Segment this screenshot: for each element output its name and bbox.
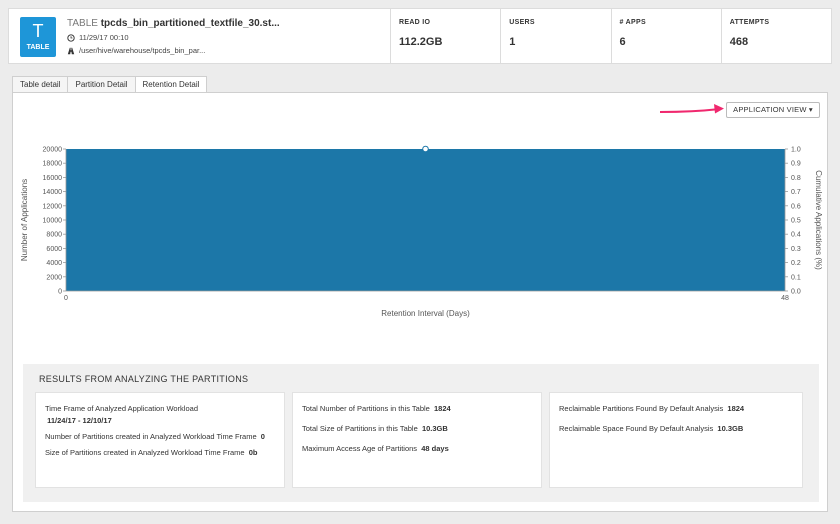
table-kind: TABLE bbox=[67, 18, 98, 29]
reclaimable-space-label: Reclaimable Space Found By Default Analy… bbox=[559, 424, 714, 433]
time-frame-row: Time Frame of Analyzed Application Workl… bbox=[45, 403, 275, 427]
data-point-marker bbox=[422, 145, 429, 153]
y2-tick-label: 1.0 bbox=[791, 147, 801, 154]
stat-apps: # APPS 6 bbox=[612, 9, 722, 63]
y-tick-label: 6000 bbox=[46, 246, 62, 253]
y2-tick-label: 0.7 bbox=[791, 189, 801, 196]
table-name[interactable]: tpcds_bin_partitioned_textfile_30.st... bbox=[101, 18, 280, 29]
tab-retention-detail[interactable]: Retention Detail bbox=[134, 76, 208, 93]
table-title: TABLE tpcds_bin_partitioned_textfile_30.… bbox=[67, 18, 280, 29]
y-tick-label: 12000 bbox=[43, 203, 63, 210]
x-axis-label: Retention Interval (Days) bbox=[381, 309, 470, 318]
workload-card: Time Frame of Analyzed Application Workl… bbox=[35, 392, 285, 488]
results-title: RESULTS FROM ANALYZING THE PARTITIONS bbox=[39, 374, 249, 384]
reclaimable-partitions-value: 1824 bbox=[727, 404, 745, 413]
y2-tick-label: 0.0 bbox=[791, 289, 801, 296]
y-tick-label: 10000 bbox=[43, 218, 63, 225]
table-card: Total Number of Partitions in this Table… bbox=[292, 392, 542, 488]
y-tick-label: 18000 bbox=[43, 161, 63, 168]
total-partitions-label: Total Number of Partitions in this Table bbox=[302, 404, 430, 413]
tab-table-detail[interactable]: Table detail bbox=[12, 76, 69, 92]
tab-partition-detail[interactable]: Partition Detail bbox=[67, 76, 136, 92]
road-icon bbox=[67, 47, 75, 54]
stat-label: ATTEMPTS bbox=[729, 19, 770, 26]
max-age-value: 48 days bbox=[421, 444, 449, 453]
table-path: /user/hive/warehouse/tpcds_bin_par... bbox=[79, 46, 206, 55]
size-created-value: 0b bbox=[248, 448, 258, 457]
size-created-row: Size of Partitions created in Analyzed W… bbox=[45, 447, 275, 459]
detail-tabs: Table detail Partition Detail Retention … bbox=[12, 76, 208, 93]
y-tick-label: 16000 bbox=[43, 175, 63, 182]
x-tick-label: 0 bbox=[64, 295, 68, 302]
y-tick-label: 8000 bbox=[46, 232, 62, 239]
y2-tick-label: 0.9 bbox=[791, 161, 801, 168]
max-age-label: Maximum Access Age of Partitions bbox=[302, 444, 418, 453]
y2-tick-label: 0.1 bbox=[791, 274, 801, 281]
size-created-label: Size of Partitions created in Analyzed W… bbox=[45, 448, 245, 457]
total-partitions-value: 1824 bbox=[434, 404, 451, 413]
y2-tick-label: 0.6 bbox=[791, 203, 801, 210]
y-tick-label: 14000 bbox=[43, 189, 63, 196]
partitions-created-value: 0 bbox=[260, 432, 265, 441]
results-section: RESULTS FROM ANALYZING THE PARTITIONS Ti… bbox=[23, 364, 819, 502]
y2-tick-label: 0.3 bbox=[791, 246, 801, 253]
total-partitions-row: Total Number of Partitions in this Table… bbox=[302, 403, 532, 415]
x-tick-label: 48 bbox=[781, 295, 789, 302]
reclaimable-partitions-label: Reclaimable Partitions Found By Default … bbox=[559, 404, 724, 413]
reclaimable-partitions-row: Reclaimable Partitions Found By Default … bbox=[559, 403, 793, 415]
table-summary: T TABLE TABLE tpcds_bin_partitioned_text… bbox=[9, 9, 391, 63]
badge-word: TABLE bbox=[26, 44, 50, 51]
stat-value: 112.2GB bbox=[399, 36, 443, 48]
stat-value: 6 bbox=[619, 36, 626, 48]
stat-attempts: ATTEMPTS 468 bbox=[722, 9, 831, 63]
clock-icon bbox=[67, 33, 75, 42]
max-age-row: Maximum Access Age of Partitions 48 days bbox=[302, 443, 532, 455]
path-row: /user/hive/warehouse/tpcds_bin_par... bbox=[67, 46, 205, 55]
stat-label: # APPS bbox=[619, 19, 646, 26]
reclaimable-space-row: Reclaimable Space Found By Default Analy… bbox=[559, 423, 793, 435]
stat-value: 468 bbox=[729, 36, 749, 48]
stat-label: USERS bbox=[509, 19, 535, 26]
y2-tick-label: 0.8 bbox=[791, 175, 801, 182]
total-size-value: 10.3GB bbox=[421, 424, 448, 433]
y-tick-label: 20000 bbox=[43, 147, 63, 154]
time-frame-value: 11/24/17 - 12/10/17 bbox=[47, 416, 112, 425]
y-tick-label: 0 bbox=[58, 289, 62, 296]
y2-tick-label: 0.5 bbox=[791, 218, 801, 225]
arrow-indicator bbox=[659, 104, 724, 114]
retention-panel: APPLICATION VIEW ▾ 0 2000 4000 6000 8000 1000… bbox=[12, 92, 828, 512]
stat-value: 1 bbox=[509, 36, 516, 48]
y2-axis-label: Cumulative Applications (%) bbox=[814, 170, 823, 270]
application-view-dropdown[interactable]: APPLICATION VIEW ▾ bbox=[726, 102, 820, 118]
y-tick-label: 2000 bbox=[46, 274, 62, 281]
stat-read-io: READ IO 112.2GB bbox=[391, 9, 502, 63]
badge-letter: T bbox=[32, 21, 44, 41]
table-timestamp: 11/29/17 00:10 bbox=[79, 33, 129, 42]
partitions-created-row: Number of Partitions created in Analyzed… bbox=[45, 431, 275, 443]
table-header: T TABLE TABLE tpcds_bin_partitioned_text… bbox=[8, 8, 832, 64]
y-tick-label: 4000 bbox=[46, 260, 62, 267]
timestamp-row: 11/29/17 00:10 bbox=[67, 33, 129, 42]
total-size-row: Total Size of Partitions in this Table 1… bbox=[302, 423, 532, 435]
stat-label: READ IO bbox=[399, 19, 431, 26]
reclaim-card: Reclaimable Partitions Found By Default … bbox=[549, 392, 803, 488]
stat-users: USERS 1 bbox=[501, 9, 612, 63]
time-frame-label: Time Frame of Analyzed Application Workl… bbox=[45, 404, 198, 413]
area-series bbox=[66, 149, 785, 291]
retention-chart: 0 2000 4000 6000 8000 10000 12000 14000 16000 180… bbox=[20, 145, 823, 318]
reclaimable-space-value: 10.3GB bbox=[717, 424, 744, 433]
partitions-created-label: Number of Partitions created in Analyzed… bbox=[45, 432, 257, 441]
y2-tick-label: 0.2 bbox=[791, 260, 801, 267]
total-size-label: Total Size of Partitions in this Table bbox=[302, 424, 418, 433]
y2-tick-label: 0.4 bbox=[791, 232, 801, 239]
y-axis-label: Number of Applications bbox=[20, 179, 29, 261]
table-badge: T TABLE bbox=[20, 17, 56, 57]
